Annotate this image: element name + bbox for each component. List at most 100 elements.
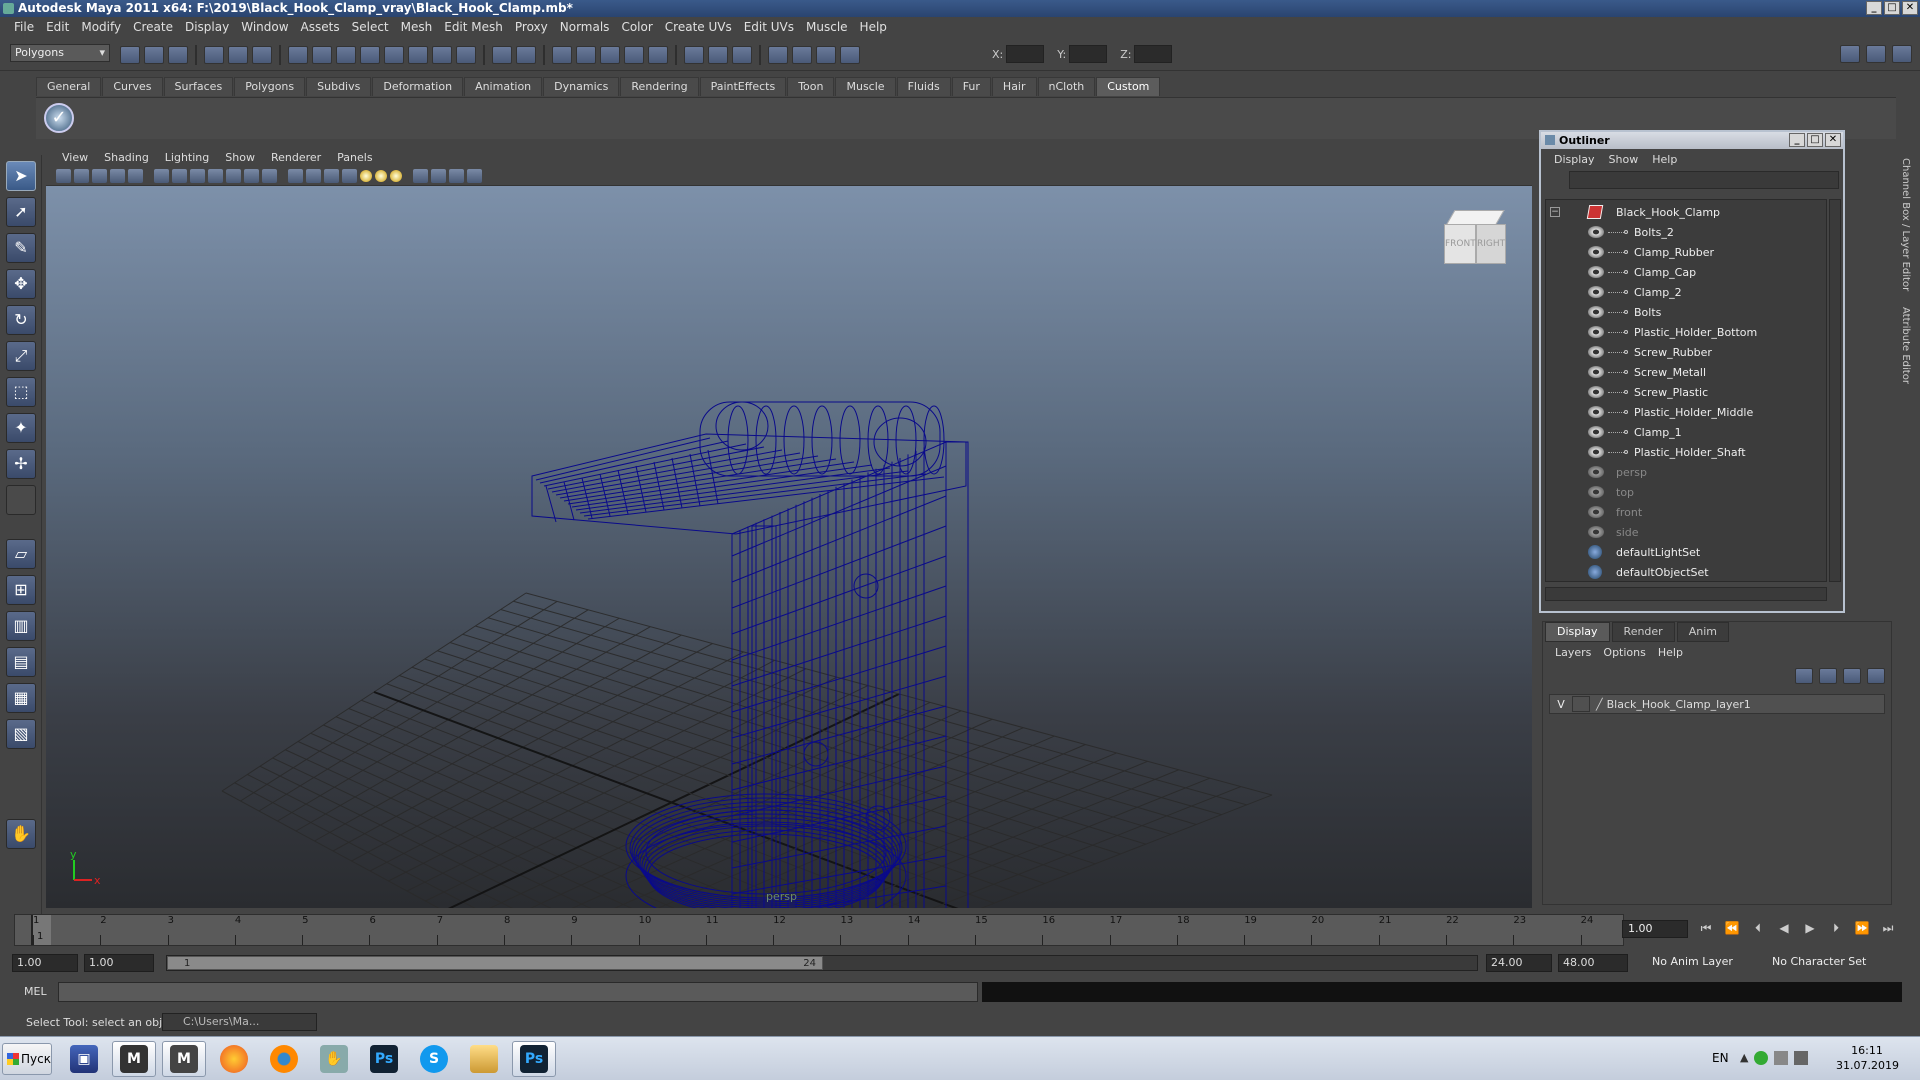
bookmark-icon[interactable] bbox=[92, 168, 107, 183]
mel-input[interactable] bbox=[58, 982, 978, 1002]
play-forwards-icon[interactable]: ▶ bbox=[1800, 918, 1820, 938]
layer-tab-render[interactable]: Render bbox=[1611, 622, 1675, 642]
select-by-object-icon[interactable] bbox=[228, 46, 248, 64]
taskbar-app-explorer[interactable] bbox=[462, 1041, 506, 1077]
shelf-tab-subdivs[interactable]: Subdivs bbox=[306, 77, 372, 96]
shelf-tab-curves[interactable]: Curves bbox=[102, 77, 163, 96]
select-deformations-icon[interactable] bbox=[384, 46, 404, 64]
taskbar-app-maya2[interactable]: M bbox=[162, 1041, 206, 1077]
go-to-end-icon[interactable]: ⏭ bbox=[1878, 918, 1898, 938]
go-to-start-icon[interactable]: ⏮ bbox=[1696, 918, 1716, 938]
outliner-item[interactable]: Screw_Plastic bbox=[1546, 382, 1826, 402]
menu-edit[interactable]: Edit bbox=[40, 20, 75, 34]
layer-tab-display[interactable]: Display bbox=[1545, 622, 1610, 642]
move-tool-icon[interactable]: ✥ bbox=[6, 269, 36, 299]
outliner-item[interactable]: Plastic_Holder_Middle bbox=[1546, 402, 1826, 422]
z-field[interactable] bbox=[1134, 45, 1173, 63]
smooth-shade-icon[interactable] bbox=[306, 168, 321, 183]
menu-set-dropdown[interactable]: Polygons bbox=[10, 44, 110, 62]
construction-history-icon[interactable] bbox=[732, 46, 752, 64]
checkmark-shelf-icon[interactable]: ✓ bbox=[44, 103, 74, 133]
snap-grid-icon[interactable] bbox=[552, 46, 572, 64]
attribute-editor-tab[interactable]: Attribute Editor bbox=[1896, 299, 1915, 392]
snap-plane-icon[interactable] bbox=[624, 46, 644, 64]
taskbar-app-firefox[interactable] bbox=[212, 1041, 256, 1077]
character-set-dropdown[interactable]: No Character Set bbox=[1768, 954, 1876, 972]
taskbar-app-save[interactable]: ▣ bbox=[62, 1041, 106, 1077]
anim-layer-dropdown[interactable]: No Anim Layer bbox=[1648, 954, 1756, 972]
outliner-close-button[interactable]: ✕ bbox=[1825, 133, 1841, 147]
outliner-item-root[interactable]: − Black_Hook_Clamp bbox=[1546, 202, 1826, 222]
snap-curve-icon[interactable] bbox=[576, 46, 596, 64]
shelf-tab-rendering[interactable]: Rendering bbox=[620, 77, 699, 96]
select-by-component-icon[interactable] bbox=[252, 46, 272, 64]
tray-sync-icon[interactable] bbox=[1754, 1051, 1769, 1065]
tray-volume-icon[interactable] bbox=[1794, 1051, 1809, 1065]
last-tool-icon[interactable] bbox=[6, 485, 36, 515]
make-live-icon[interactable] bbox=[648, 46, 668, 64]
outliner-item[interactable]: Screw_Rubber bbox=[1546, 342, 1826, 362]
xray-joints-icon[interactable] bbox=[449, 168, 464, 183]
move-layer-down-icon[interactable] bbox=[1819, 668, 1837, 684]
universal-manip-icon[interactable]: ⬚ bbox=[6, 377, 36, 407]
shadows-icon[interactable] bbox=[375, 169, 387, 182]
paint-select-icon[interactable]: ✎ bbox=[6, 233, 36, 263]
layer-menu-options[interactable]: Options bbox=[1597, 646, 1651, 659]
new-empty-layer-icon[interactable] bbox=[1843, 668, 1861, 684]
taskbar-app-hand[interactable]: ✋ bbox=[312, 1041, 356, 1077]
x-field[interactable] bbox=[1006, 45, 1045, 63]
render-view-icon[interactable] bbox=[768, 46, 788, 64]
outliner-camera-item[interactable]: front bbox=[1546, 502, 1826, 522]
shelf-tab-fur[interactable]: Fur bbox=[951, 77, 991, 96]
step-forward-key-icon[interactable]: ⏩ bbox=[1852, 918, 1872, 938]
menu-normals[interactable]: Normals bbox=[554, 20, 616, 34]
open-scene-icon[interactable] bbox=[144, 46, 164, 64]
ipr-render-icon[interactable] bbox=[816, 46, 836, 64]
wireframe-icon[interactable] bbox=[288, 168, 303, 183]
outliner-item[interactable]: Clamp_1 bbox=[1546, 422, 1826, 442]
outliner-minimize-button[interactable]: _ bbox=[1789, 133, 1805, 147]
resolution-gate-icon[interactable] bbox=[172, 168, 187, 183]
isolate-select-icon[interactable] bbox=[413, 168, 428, 183]
single-perspective-layout-icon[interactable]: ▱ bbox=[6, 539, 36, 569]
select-surfaces-icon[interactable] bbox=[360, 46, 380, 64]
outliner-maximize-button[interactable]: □ bbox=[1807, 133, 1823, 147]
layer-menu-layers[interactable]: Layers bbox=[1549, 646, 1597, 659]
layer-row[interactable]: V ╱ Black_Hook_Clamp_layer1 bbox=[1549, 694, 1885, 714]
field-chart-icon[interactable] bbox=[208, 168, 223, 183]
shelf-tab-surfaces[interactable]: Surfaces bbox=[163, 77, 234, 96]
persp-outliner-layout-icon[interactable]: ▥ bbox=[6, 611, 36, 641]
outliner-item[interactable]: Plastic_Holder_Bottom bbox=[1546, 322, 1826, 342]
step-forward-frame-icon[interactable]: ⏵ bbox=[1826, 918, 1846, 938]
menu-window[interactable]: Window bbox=[235, 20, 294, 34]
select-handles-icon[interactable] bbox=[288, 46, 308, 64]
layer-visibility-toggle[interactable]: V bbox=[1550, 698, 1572, 711]
close-button[interactable]: ✕ bbox=[1902, 1, 1918, 15]
current-time-field[interactable]: 1.00 bbox=[1622, 920, 1688, 938]
move-layer-up-icon[interactable] bbox=[1795, 668, 1813, 684]
highlight-selection-icon[interactable] bbox=[516, 46, 536, 64]
taskbar-app-maya[interactable]: M bbox=[112, 1041, 156, 1077]
hypershade-layout-icon[interactable]: ▦ bbox=[6, 683, 36, 713]
safe-action-icon[interactable] bbox=[226, 168, 241, 183]
menu-mesh[interactable]: Mesh bbox=[395, 20, 439, 34]
menu-modify[interactable]: Modify bbox=[75, 20, 127, 34]
perspective-viewport[interactable]: View Shading Lighting Show Renderer Pane… bbox=[46, 148, 1532, 908]
menu-assets[interactable]: Assets bbox=[295, 20, 346, 34]
shelf-tab-polygons[interactable]: Polygons bbox=[234, 77, 306, 96]
save-scene-icon[interactable] bbox=[168, 46, 188, 64]
viewcube-right[interactable]: RIGHT bbox=[1476, 224, 1506, 264]
gate-mask-icon[interactable] bbox=[190, 168, 205, 183]
outliner-menu-show[interactable]: Show bbox=[1602, 153, 1646, 166]
select-curves-icon[interactable] bbox=[336, 46, 356, 64]
menu-create-uvs[interactable]: Create UVs bbox=[659, 20, 738, 34]
output-ops-icon[interactable] bbox=[708, 46, 728, 64]
menu-muscle[interactable]: Muscle bbox=[800, 20, 854, 34]
playback-start-field[interactable]: 1.00 bbox=[84, 954, 154, 972]
ambient-occlusion-icon[interactable] bbox=[390, 169, 402, 182]
vp-menu-lighting[interactable]: Lighting bbox=[157, 151, 217, 164]
animation-end-field[interactable]: 48.00 bbox=[1558, 954, 1628, 972]
lights-icon[interactable] bbox=[360, 169, 372, 182]
shelf-tab-painteffects[interactable]: PaintEffects bbox=[699, 77, 787, 96]
animation-start-field[interactable]: 1.00 bbox=[12, 954, 78, 972]
